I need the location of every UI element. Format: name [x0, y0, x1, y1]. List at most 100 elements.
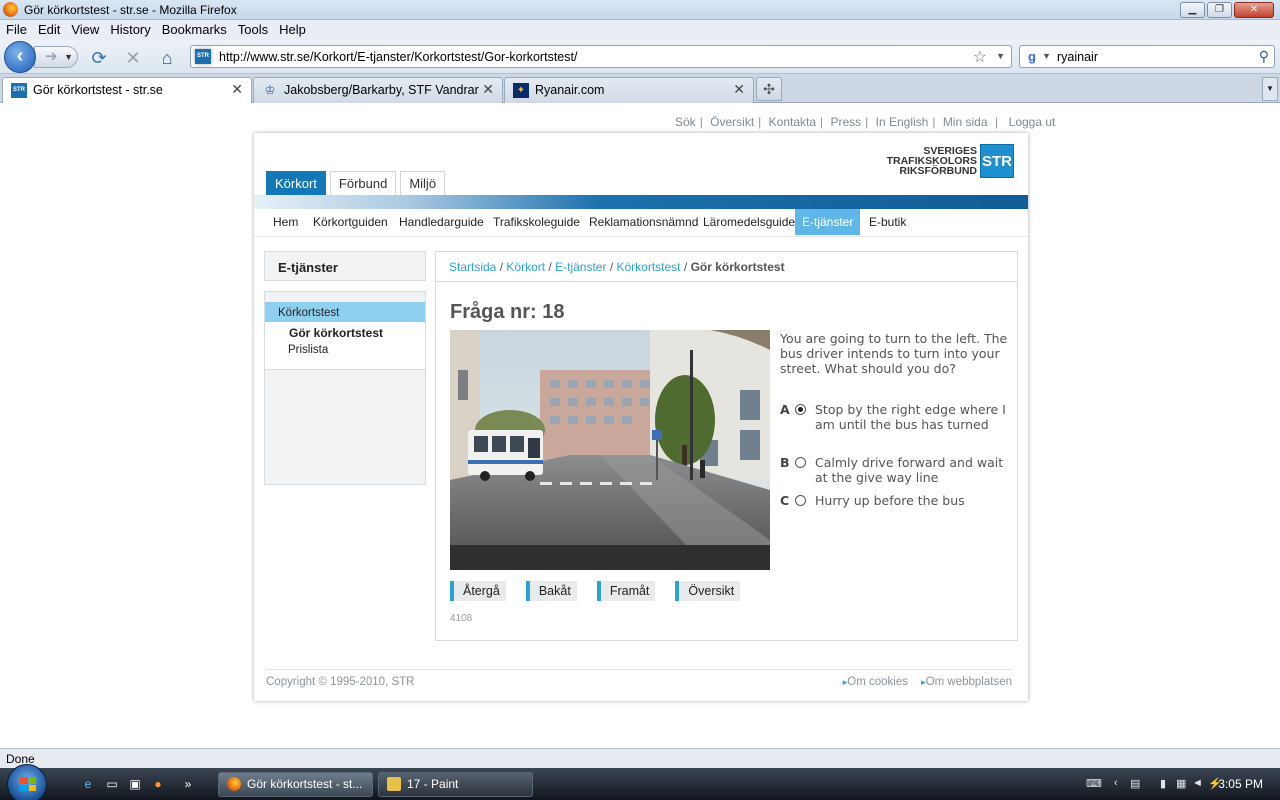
printer-icon[interactable]: ▤	[1130, 777, 1140, 790]
link-in-english[interactable]: In English	[876, 115, 929, 129]
tab-ryanair[interactable]: ✦ Ryanair.com ✕	[504, 77, 754, 103]
close-tab-icon[interactable]: ✕	[733, 81, 745, 98]
window-titlebar: Gör körkortstest - str.se - Mozilla Fire…	[0, 0, 1280, 20]
google-icon[interactable]: g	[1024, 49, 1040, 65]
link-om-cookies[interactable]: Om cookies	[843, 676, 908, 688]
task-firefox[interactable]: Gör körkortstest - st...	[218, 772, 373, 797]
option-a-radio[interactable]	[795, 404, 806, 415]
option-a[interactable]: A Stop by the right edge where I am unti…	[780, 402, 1010, 432]
firefox-quicklaunch-icon[interactable]: ●	[150, 776, 166, 792]
option-text[interactable]: Hurry up before the bus	[815, 493, 1010, 508]
sidebar-item-korkortstest[interactable]: Körkortstest	[265, 302, 425, 322]
history-dropdown-icon[interactable]: ▼	[64, 47, 73, 67]
crumb-startsida[interactable]: Startsida	[449, 260, 496, 274]
volume-icon[interactable]: ◄	[1192, 777, 1203, 789]
sidebar-item-gor-korkortstest[interactable]: Gör körkortstest	[265, 322, 425, 340]
tab-korkort[interactable]: Körkort	[266, 171, 326, 195]
link-kontakta[interactable]: Kontakta	[769, 115, 816, 129]
quicklaunch-more-icon[interactable]: »	[180, 776, 196, 792]
tab-stf[interactable]: ♔ Jakobsberg/Barkarby, STF Vandrarh... ✕	[253, 77, 503, 103]
framat-button[interactable]: Framåt	[596, 581, 656, 601]
link-logga-ut[interactable]: Logga ut	[1009, 115, 1056, 129]
switch-windows-icon[interactable]: ▣	[127, 776, 143, 792]
option-c-radio[interactable]	[795, 495, 806, 506]
tab-str[interactable]: STR Gör körkortstest - str.se ✕	[2, 77, 252, 104]
str-logo[interactable]: SVERIGES TRAFIKSKOLORS RIKSFÖRBUND STR	[887, 144, 1014, 178]
link-oversikt[interactable]: Översikt	[710, 115, 754, 129]
sidebar-item-prislista[interactable]: Prislista	[265, 340, 425, 356]
crumb-e-tjanster[interactable]: E-tjänster	[555, 260, 606, 274]
atergaa-button[interactable]: Återgå	[450, 581, 506, 601]
menu-edit[interactable]: Edit	[32, 20, 65, 37]
list-all-tabs-icon[interactable]: ▼	[1262, 77, 1278, 101]
menu-view[interactable]: View	[65, 20, 104, 37]
search-bar[interactable]: g ▼ ryainair ⚲	[1019, 45, 1275, 68]
link-min-sida[interactable]: Min sida	[943, 115, 988, 129]
oversikt-button[interactable]: Översikt	[675, 581, 741, 601]
start-button[interactable]	[7, 764, 47, 800]
option-text[interactable]: Stop by the right edge where I am until …	[815, 402, 1010, 432]
clock[interactable]: 3:05 PM	[1218, 777, 1263, 791]
option-c[interactable]: C Hurry up before the bus	[780, 493, 1010, 508]
new-tab-button[interactable]: ✣	[756, 77, 782, 101]
minimize-button[interactable]: ▁	[1180, 2, 1205, 18]
search-icon[interactable]: ⚲	[1259, 48, 1269, 65]
bookmark-star-icon[interactable]: ☆	[973, 47, 987, 67]
subnav-trafikskoleguide[interactable]: Trafikskoleguide	[486, 209, 587, 235]
home-icon[interactable]: ⌂	[156, 48, 178, 68]
reload-icon[interactable]: ⟳	[88, 48, 110, 68]
subnav-e-butik[interactable]: E-butik	[862, 209, 913, 235]
address-bar[interactable]: STR http://www.str.se/Korkort/E-tjanster…	[190, 45, 1012, 68]
close-tab-icon[interactable]: ✕	[231, 81, 243, 98]
menu-tools[interactable]: Tools	[232, 20, 273, 37]
maximize-button[interactable]: ❐	[1207, 2, 1232, 18]
option-b[interactable]: B Calmly drive forward and wait at the g…	[780, 455, 1010, 485]
battery-icon[interactable]: ▮	[1160, 777, 1166, 790]
option-b-radio[interactable]	[795, 457, 806, 468]
link-om-webbplatsen[interactable]: Om webbplatsen	[921, 676, 1012, 688]
search-input[interactable]: ryainair	[1057, 50, 1098, 64]
task-paint[interactable]: 17 - Paint	[378, 772, 533, 797]
main-content: Startsida / Körkort / E-tjänster / Körko…	[435, 251, 1018, 641]
link-press[interactable]: Press	[830, 115, 861, 129]
tab-forbund[interactable]: Förbund	[329, 171, 397, 195]
crumb-korkortstest[interactable]: Körkortstest	[617, 260, 681, 274]
subnav-e-tjanster[interactable]: E-tjänster	[795, 209, 861, 235]
menu-bookmarks[interactable]: Bookmarks	[156, 20, 232, 37]
network-icon[interactable]: ▦	[1176, 777, 1186, 790]
keyboard-icon[interactable]: ⌨	[1086, 777, 1102, 790]
show-hidden-icons-icon[interactable]: ‹	[1114, 777, 1118, 789]
stop-icon[interactable]: ✕	[122, 48, 144, 68]
menu-history[interactable]: History	[104, 20, 155, 37]
subnav-laromedelsguide[interactable]: Läromedelsguide	[696, 209, 802, 235]
close-tab-icon[interactable]: ✕	[482, 81, 494, 98]
forward-button[interactable]: ➔ ▼	[34, 46, 78, 68]
status-bar: Done	[0, 748, 1280, 768]
question-photo	[450, 330, 770, 570]
tab-miljo[interactable]: Miljö	[400, 171, 446, 195]
subnav-hem[interactable]: Hem	[266, 209, 305, 235]
question-text: You are going to turn to the left. The b…	[780, 331, 1008, 376]
subnav-korkortguiden[interactable]: Körkortguiden	[306, 209, 395, 235]
firefox-task-icon	[227, 777, 241, 791]
subnav-handledarguide[interactable]: Handledarguide	[392, 209, 491, 235]
menu-file[interactable]: File	[0, 20, 32, 37]
bakat-button[interactable]: Bakåt	[525, 581, 577, 601]
close-window-button[interactable]: ✕	[1234, 2, 1274, 18]
back-button[interactable]: ‹	[4, 41, 36, 73]
question-title: Fråga nr: 18	[450, 301, 565, 323]
url-text[interactable]: http://www.str.se/Korkort/E-tjanster/Kor…	[219, 50, 577, 64]
search-engine-dropdown-icon[interactable]: ▼	[1042, 51, 1051, 61]
menu-help[interactable]: Help	[273, 20, 311, 37]
crumb-korkort[interactable]: Körkort	[506, 260, 545, 274]
internet-explorer-icon[interactable]: e	[80, 776, 96, 792]
link-sok[interactable]: Sök	[675, 115, 696, 129]
option-text[interactable]: Calmly drive forward and wait at the giv…	[815, 455, 1010, 485]
sidebar: E-tjänster Körkortstest Gör körkortstest…	[264, 251, 426, 485]
question-id: 4108	[450, 613, 473, 624]
subnav-reklamationsnamnd[interactable]: Reklamationsnämnd	[582, 209, 705, 235]
site-container: SVERIGES TRAFIKSKOLORS RIKSFÖRBUND STR K…	[254, 133, 1028, 701]
url-dropdown-icon[interactable]: ▼	[996, 51, 1005, 61]
sidebar-menu: Körkortstest Gör körkortstest Prislista	[264, 291, 426, 485]
show-desktop-icon[interactable]: ▭	[104, 776, 120, 792]
